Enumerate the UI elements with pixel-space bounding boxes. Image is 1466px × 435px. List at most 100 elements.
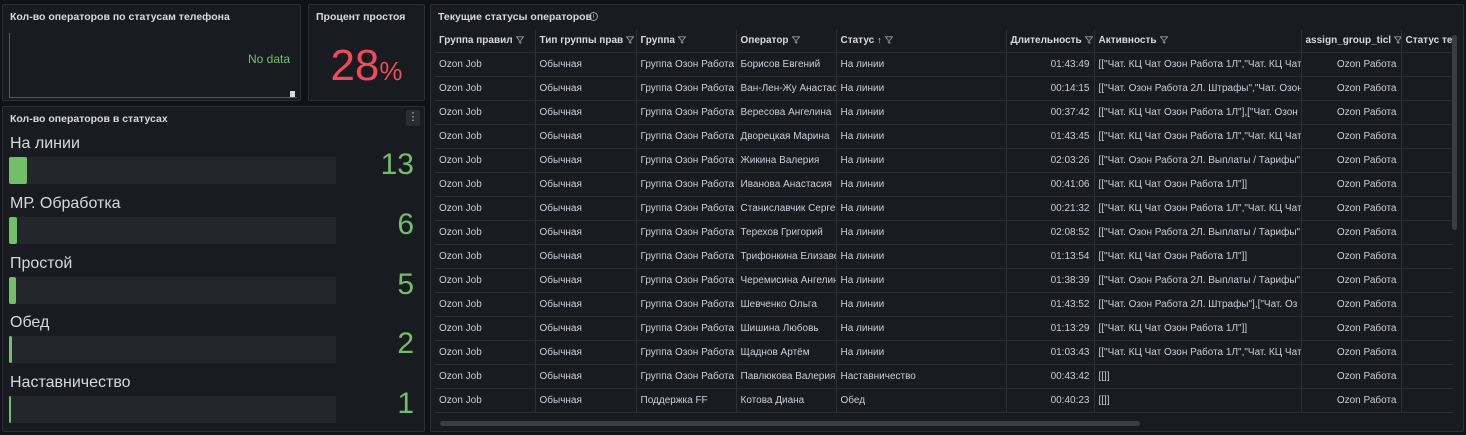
table-cell: На линии <box>836 100 1007 125</box>
table-row[interactable]: Ozon Job Обычная Группа Озон Работа Станисл… <box>435 196 1453 221</box>
filter-icon[interactable] <box>1159 36 1168 45</box>
table-cell: Группа Озон Работа <box>636 220 737 245</box>
table-cell <box>1401 172 1453 197</box>
table-cell: 01:13:54 <box>1006 244 1095 269</box>
panel-title: Кол-во операторов по статусам телефона <box>10 11 230 23</box>
table-row[interactable]: Ozon Job Обычная Группа Озон Работа Щаднов … <box>435 340 1453 365</box>
filter-icon[interactable] <box>791 36 800 45</box>
table-row[interactable]: Ozon Job Обычная Группа Озон Работа Борисов… <box>435 52 1453 77</box>
table-cell: Ozon Работа <box>1301 52 1402 77</box>
horizontal-scrollbar[interactable] <box>440 421 1140 426</box>
table-row[interactable]: Ozon Job Обычная Группа Озон Работа Жикина … <box>435 148 1453 173</box>
stat-unit: % <box>379 56 403 86</box>
table-row[interactable]: Ozon Job Обычная Группа Озон Работа Черемис… <box>435 268 1453 293</box>
table-cell: Группа Озон Работа <box>636 124 737 149</box>
table-cell: 01:43:52 <box>1006 292 1095 317</box>
table-cell <box>1401 148 1453 173</box>
gauge-track <box>9 277 336 304</box>
table-cell: [["Чат. КЦ Чат Озон Работа 1Л","Чат. КЦ … <box>1094 196 1302 221</box>
table-cell: Ozon Job <box>435 388 536 413</box>
table-container: Группа правил Тип группы прав Группа Операт… <box>435 30 1453 418</box>
filter-icon[interactable] <box>515 36 524 45</box>
table-cell: Группа Озон Работа <box>636 172 737 197</box>
table-cell: Группа Озон Работа <box>636 268 737 293</box>
table-cell: [["Чат. Озон Работа 2Л. Выплаты / Тарифы… <box>1094 148 1302 173</box>
filter-icon[interactable] <box>1394 36 1401 45</box>
vertical-scrollbar[interactable] <box>1452 35 1457 230</box>
gauge-row: На линии 13 <box>3 135 424 195</box>
table-cell: [["Чат. КЦ Чат Озон Работа 1Л"]] <box>1094 172 1302 197</box>
table-row[interactable]: Ozon Job Обычная Группа Озон Работа Иванова… <box>435 172 1453 197</box>
resize-handle[interactable] <box>290 91 295 97</box>
table-cell: Группа Озон Работа <box>636 100 737 125</box>
table-cell: Черемисина Ангелина <box>736 268 837 293</box>
table-cell: [[]] <box>1094 364 1302 389</box>
table-cell: Шевченко Ольга <box>736 292 837 317</box>
table-cell: [["Чат. КЦ Чат Озон Работа 1Л"]] <box>1094 316 1302 341</box>
column-header[interactable]: Оператор <box>736 30 837 53</box>
gauge-track <box>9 157 336 184</box>
table-cell: Ozon Job <box>435 340 536 365</box>
gauge-label: Простой <box>10 255 73 272</box>
filter-icon[interactable] <box>677 36 686 45</box>
column-header[interactable]: Группа <box>636 30 737 53</box>
filter-icon[interactable] <box>884 36 893 45</box>
table-cell: [["Чат. Озон Работа 2Л. Выплаты / Тарифы… <box>1094 268 1302 293</box>
table-cell <box>1401 52 1453 77</box>
column-header[interactable]: Длительность <box>1006 30 1095 53</box>
table-row[interactable]: Ozon Job Обычная Группа Озон Работа Вересов… <box>435 100 1453 125</box>
table-cell <box>1401 124 1453 149</box>
table-cell: Обычная <box>535 388 637 413</box>
table-cell: 00:37:42 <box>1006 100 1095 125</box>
table-cell: Ozon Job <box>435 148 536 173</box>
gauge-row: Простой 5 <box>3 255 424 315</box>
table-cell: [[]] <box>1094 388 1302 413</box>
table-row[interactable]: Ozon Job Обычная Поддержка FF Котова Диана О… <box>435 388 1453 413</box>
table-cell: Ozon Работа <box>1301 244 1402 269</box>
table-cell: На линии <box>836 172 1007 197</box>
table-row[interactable]: Ozon Job Обычная Группа Озон Работа Шишина … <box>435 316 1453 341</box>
gauge-row: МР. Обработка 6 <box>3 195 424 255</box>
column-header[interactable]: Статус теле <box>1401 30 1453 53</box>
filter-icon[interactable] <box>1084 36 1093 45</box>
column-header[interactable]: Группа правил <box>435 30 536 53</box>
table-row[interactable]: Ozon Job Обычная Группа Озон Работа Павлюко… <box>435 364 1453 389</box>
table-cell: 02:08:52 <box>1006 220 1095 245</box>
table-cell: Котова Диана <box>736 388 837 413</box>
info-icon[interactable]: i <box>589 12 598 21</box>
table-row[interactable]: Ozon Job Обычная Группа Озон Работа Трифонк… <box>435 244 1453 269</box>
table-row[interactable]: Ozon Job Обычная Группа Озон Работа Ван-Лен… <box>435 76 1453 101</box>
table-cell: Ozon Работа <box>1301 388 1402 413</box>
table-cell: Группа Озон Работа <box>636 340 737 365</box>
phone-status-panel: Кол-во операторов по статусам телефона N… <box>2 4 301 101</box>
table-cell <box>1401 316 1453 341</box>
table-cell: Ozon Job <box>435 220 536 245</box>
column-header[interactable]: Тип группы прав <box>535 30 637 53</box>
table-cell: 01:43:49 <box>1006 52 1095 77</box>
table-cell: Ozon Job <box>435 172 536 197</box>
gauge-fill <box>9 157 27 184</box>
table-cell: 00:41:06 <box>1006 172 1095 197</box>
no-data-label: No data <box>247 52 290 66</box>
table-row[interactable]: Ozon Job Обычная Группа Озон Работа Дворецк… <box>435 124 1453 149</box>
table-cell: На линии <box>836 340 1007 365</box>
table-cell: [["Чат. КЦ Чат Озон Работа 1Л"],["Чат. О… <box>1094 100 1302 125</box>
column-header-label: Тип группы прав <box>539 35 624 47</box>
table-row[interactable]: Ozon Job Обычная Группа Озон Работа Шевченк… <box>435 292 1453 317</box>
table-cell: 01:13:29 <box>1006 316 1095 341</box>
sort-ascending-icon[interactable]: ↑ <box>877 35 882 45</box>
table-row[interactable]: Ozon Job Обычная Группа Озон Работа Терехов… <box>435 220 1453 245</box>
table-cell: Ozon Job <box>435 316 536 341</box>
column-header[interactable]: Статус ↑ <box>836 30 1007 53</box>
panel-menu-icon[interactable]: ⋮ <box>406 110 420 126</box>
table-cell: На линии <box>836 148 1007 173</box>
filter-icon[interactable] <box>626 36 635 45</box>
gauge-row: Обед 2 <box>3 314 424 374</box>
table-cell: 01:03:43 <box>1006 340 1095 365</box>
table-cell: Ozon Job <box>435 100 536 125</box>
column-header[interactable]: assign_group_ticl <box>1301 30 1402 53</box>
table-cell <box>1401 244 1453 269</box>
table-body: Ozon Job Обычная Группа Озон Работа Борисов… <box>435 52 1453 413</box>
column-header[interactable]: Активность <box>1094 30 1302 53</box>
table-cell: Обычная <box>535 292 637 317</box>
